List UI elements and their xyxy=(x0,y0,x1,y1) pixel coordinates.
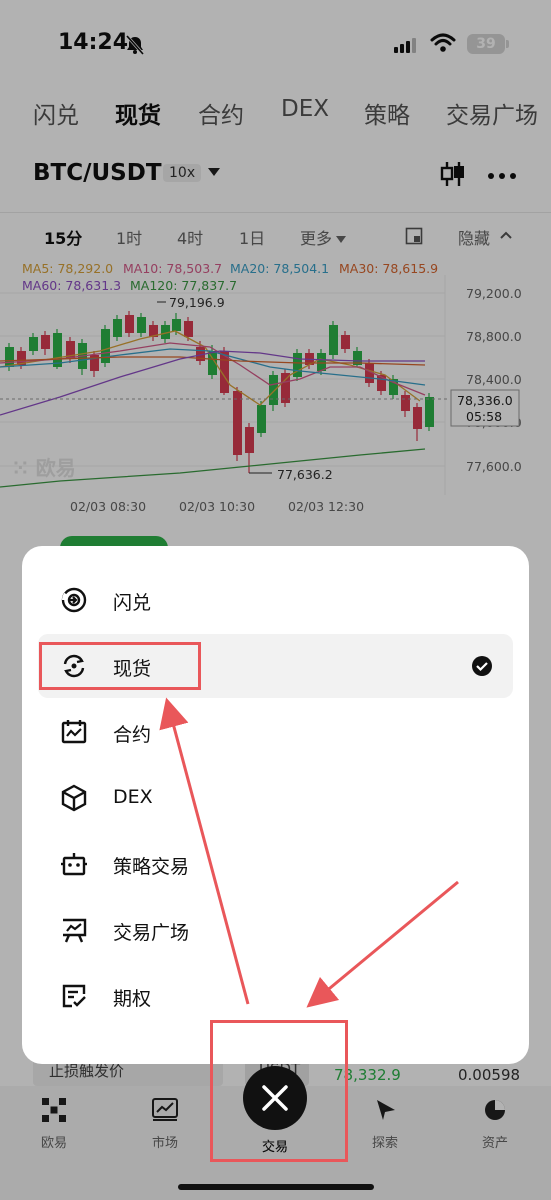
flash-swap-icon xyxy=(61,587,87,613)
menu-item-label: 交易广场 xyxy=(113,922,190,944)
menu-item-strategy[interactable]: 策略交易 xyxy=(38,832,513,896)
home-indicator xyxy=(178,1184,374,1190)
robot-icon xyxy=(61,853,87,876)
trade-type-menu: 闪兑 现货 合约 DEX 策略交易 交易广场 期权 xyxy=(22,546,529,1064)
menu-item-label: 闪兑 xyxy=(113,592,152,614)
menu-item-label: 策略交易 xyxy=(113,856,190,878)
options-icon xyxy=(62,984,86,1008)
highlight-spot-box xyxy=(39,642,201,690)
menu-item-options[interactable]: 期权 xyxy=(38,964,513,1028)
menu-item-trading-square[interactable]: 交易广场 xyxy=(38,898,513,962)
menu-item-dex[interactable]: DEX xyxy=(38,766,513,830)
futures-icon xyxy=(61,720,87,744)
trading-square-icon xyxy=(63,918,87,943)
highlight-trade-box xyxy=(210,1020,348,1162)
check-icon xyxy=(472,656,492,676)
menu-item-label: 期权 xyxy=(113,988,152,1010)
menu-item-label: DEX xyxy=(113,786,153,808)
menu-item-label: 合约 xyxy=(113,724,152,746)
menu-item-flash-swap[interactable]: 闪兑 xyxy=(38,568,513,632)
dex-cube-icon xyxy=(61,784,87,812)
menu-item-futures[interactable]: 合约 xyxy=(38,700,513,764)
